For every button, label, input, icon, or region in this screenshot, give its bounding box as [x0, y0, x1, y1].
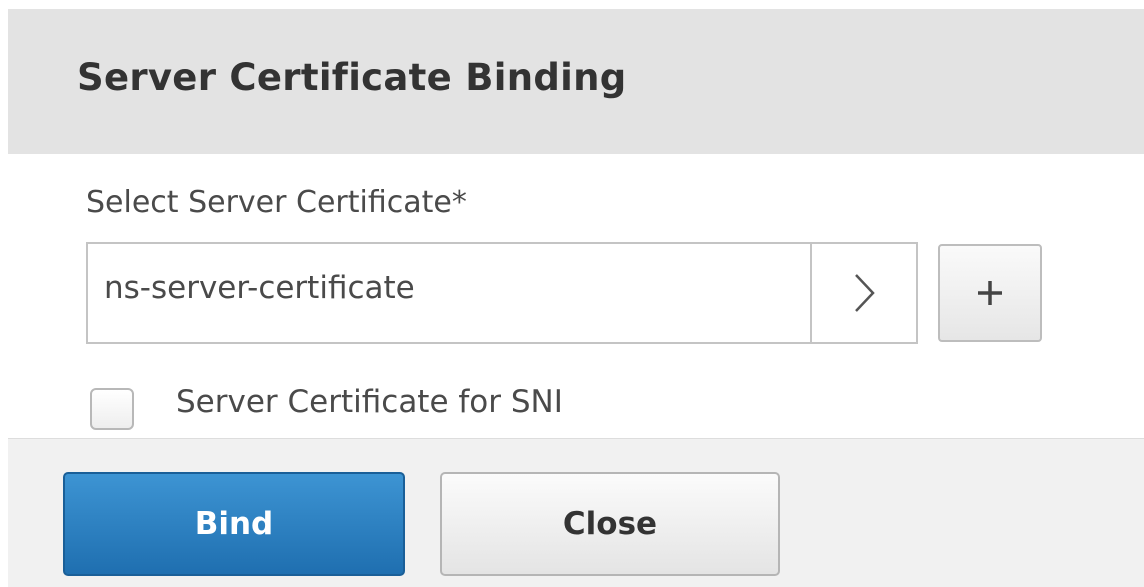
select-certificate-label: Select Server Certificate*: [86, 185, 467, 220]
add-certificate-button[interactable]: [938, 244, 1042, 342]
top-strip: [0, 0, 1144, 9]
sni-checkbox[interactable]: [90, 388, 134, 430]
chevron-right-icon: [855, 274, 875, 312]
certificate-select-value: ns-server-certificate: [104, 270, 415, 306]
bind-button[interactable]: Bind: [63, 472, 405, 576]
plus-icon: [978, 281, 1002, 305]
dialog-title: Server Certificate Binding: [77, 56, 627, 99]
select-arrow-button[interactable]: [810, 244, 916, 342]
close-button[interactable]: Close: [440, 472, 780, 576]
server-certificate-binding-dialog: Server Certificate Binding Select Server…: [0, 0, 1144, 587]
certificate-select[interactable]: ns-server-certificate: [86, 242, 918, 344]
sni-checkbox-label: Server Certificate for SNI: [176, 384, 563, 420]
